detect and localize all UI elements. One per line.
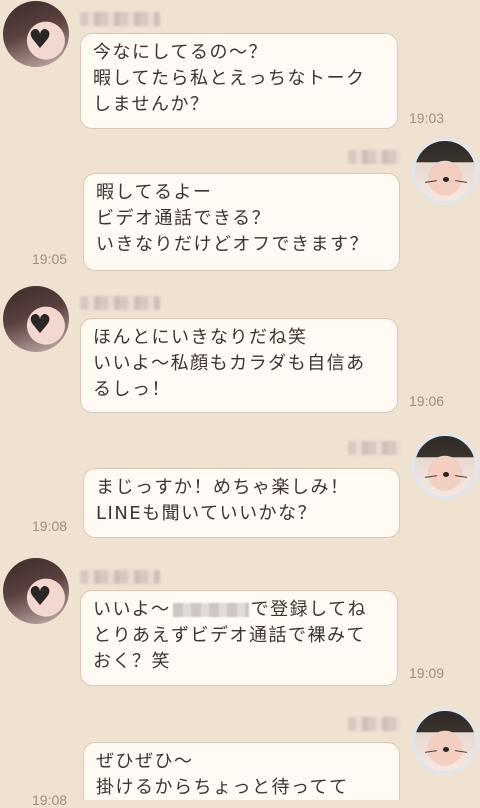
message-bubble: ほんとにいきなりだね笑 いいよ〜私顔もカラダも自信あ るしっ！ (80, 318, 398, 413)
avatar[interactable] (412, 708, 478, 774)
avatar[interactable]: ♥ (3, 1, 69, 67)
message-time: 19:05 (32, 251, 68, 267)
sender-name-blurred (80, 12, 160, 26)
sender-name-blurred (80, 296, 160, 310)
heart-icon: ♥ (28, 310, 52, 340)
nose-icon (443, 472, 449, 477)
message-time: 19:06 (409, 393, 445, 409)
sender-name-blurred (348, 717, 400, 731)
message-bubble: まじっすか！めちゃ楽しみ！ LINEも聞いていいかな？ (83, 468, 400, 538)
message-time: 19:08 (32, 792, 68, 808)
heart-icon: ♥ (28, 582, 52, 612)
whisker-icon (454, 750, 468, 753)
message-bubble: いいよ〜 で登録してね とりあえずビデオ通話で裸みて おく？笑 (80, 590, 398, 686)
whisker-icon (424, 180, 438, 183)
whisker-icon (424, 475, 438, 478)
message-bubble: 今なにしてるの〜？ 暇してたら私とえっちなトーク しませんか？ (80, 33, 398, 129)
message-bubble: ぜひぜひ〜 掛けるからちょっと待ってて (83, 742, 400, 800)
nose-icon (443, 747, 449, 752)
whisker-icon (424, 750, 438, 753)
sender-name-blurred (80, 570, 160, 584)
line-id-blurred (172, 603, 249, 617)
nose-icon (443, 177, 449, 182)
avatar[interactable] (412, 138, 478, 204)
message-bubble: 暇してるよー ビデオ通話できる？ いきなりだけどオフできます？ (83, 173, 400, 271)
sender-name-blurred (348, 441, 400, 455)
message-time: 19:08 (32, 518, 68, 534)
whisker-icon (454, 475, 468, 478)
heart-icon: ♥ (28, 25, 52, 55)
message-time: 19:03 (409, 110, 445, 126)
avatar[interactable]: ♥ (3, 558, 69, 624)
whisker-icon (454, 180, 468, 183)
message-time: 19:09 (409, 665, 445, 681)
avatar[interactable]: ♥ (3, 286, 69, 352)
avatar[interactable] (412, 433, 478, 499)
message-text: いいよ〜 (93, 599, 171, 620)
sender-name-blurred (348, 150, 400, 164)
